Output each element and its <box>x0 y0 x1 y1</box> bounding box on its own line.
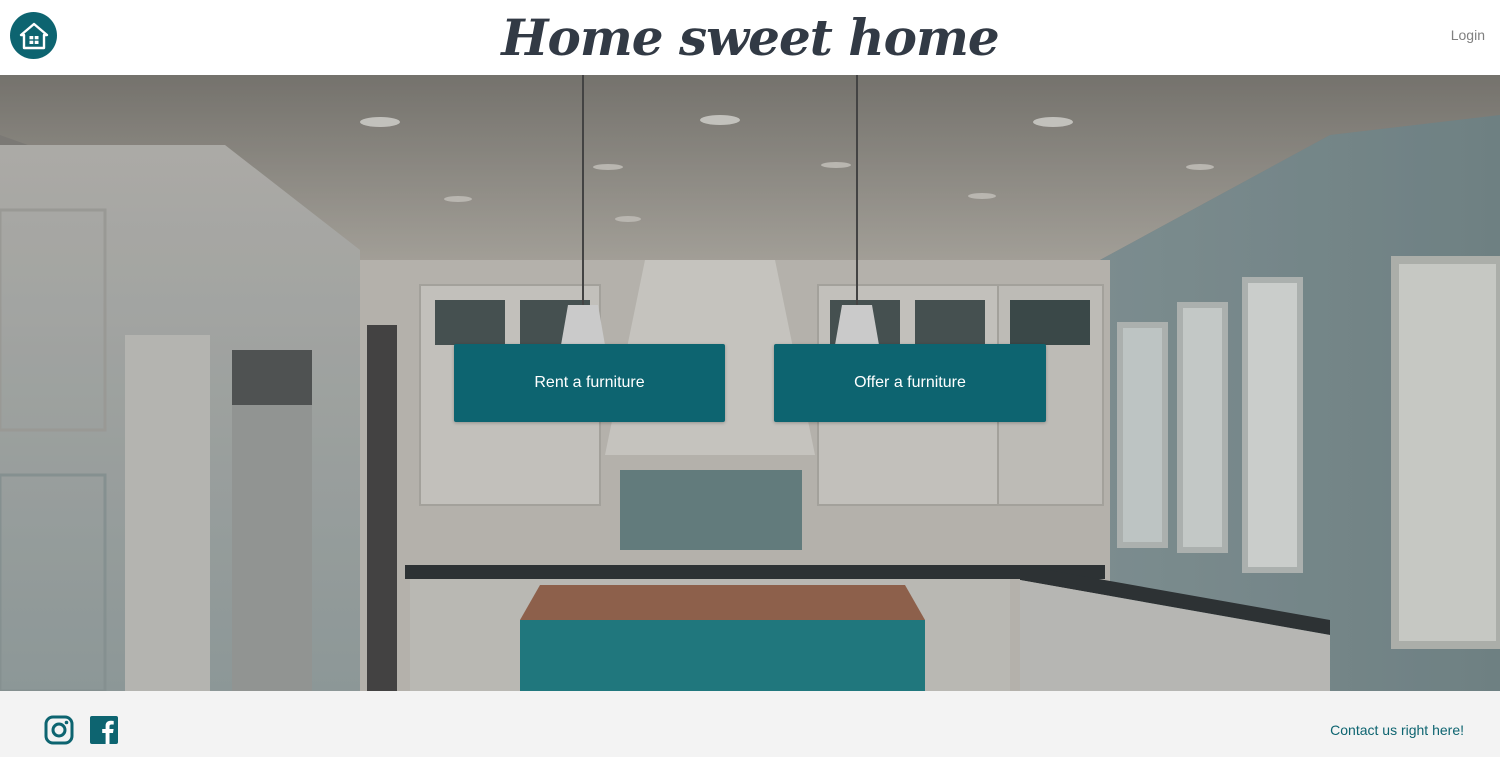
house-icon <box>19 22 48 49</box>
site-title: Home sweet home <box>501 8 999 67</box>
home-button[interactable] <box>10 12 57 59</box>
contact-link[interactable]: Contact us right here! <box>1330 722 1464 738</box>
hero-overlay <box>0 75 1500 691</box>
rent-furniture-button[interactable]: Rent a furniture <box>454 344 725 422</box>
site-header: Home sweet home Login <box>0 0 1500 75</box>
instagram-icon[interactable] <box>44 715 74 745</box>
hero-section: Rent a furniture Offer a furniture <box>0 75 1500 691</box>
site-footer: Contact us right here! <box>0 691 1500 757</box>
login-link[interactable]: Login <box>1451 27 1485 43</box>
facebook-icon[interactable] <box>89 715 119 745</box>
offer-furniture-button[interactable]: Offer a furniture <box>774 344 1046 422</box>
